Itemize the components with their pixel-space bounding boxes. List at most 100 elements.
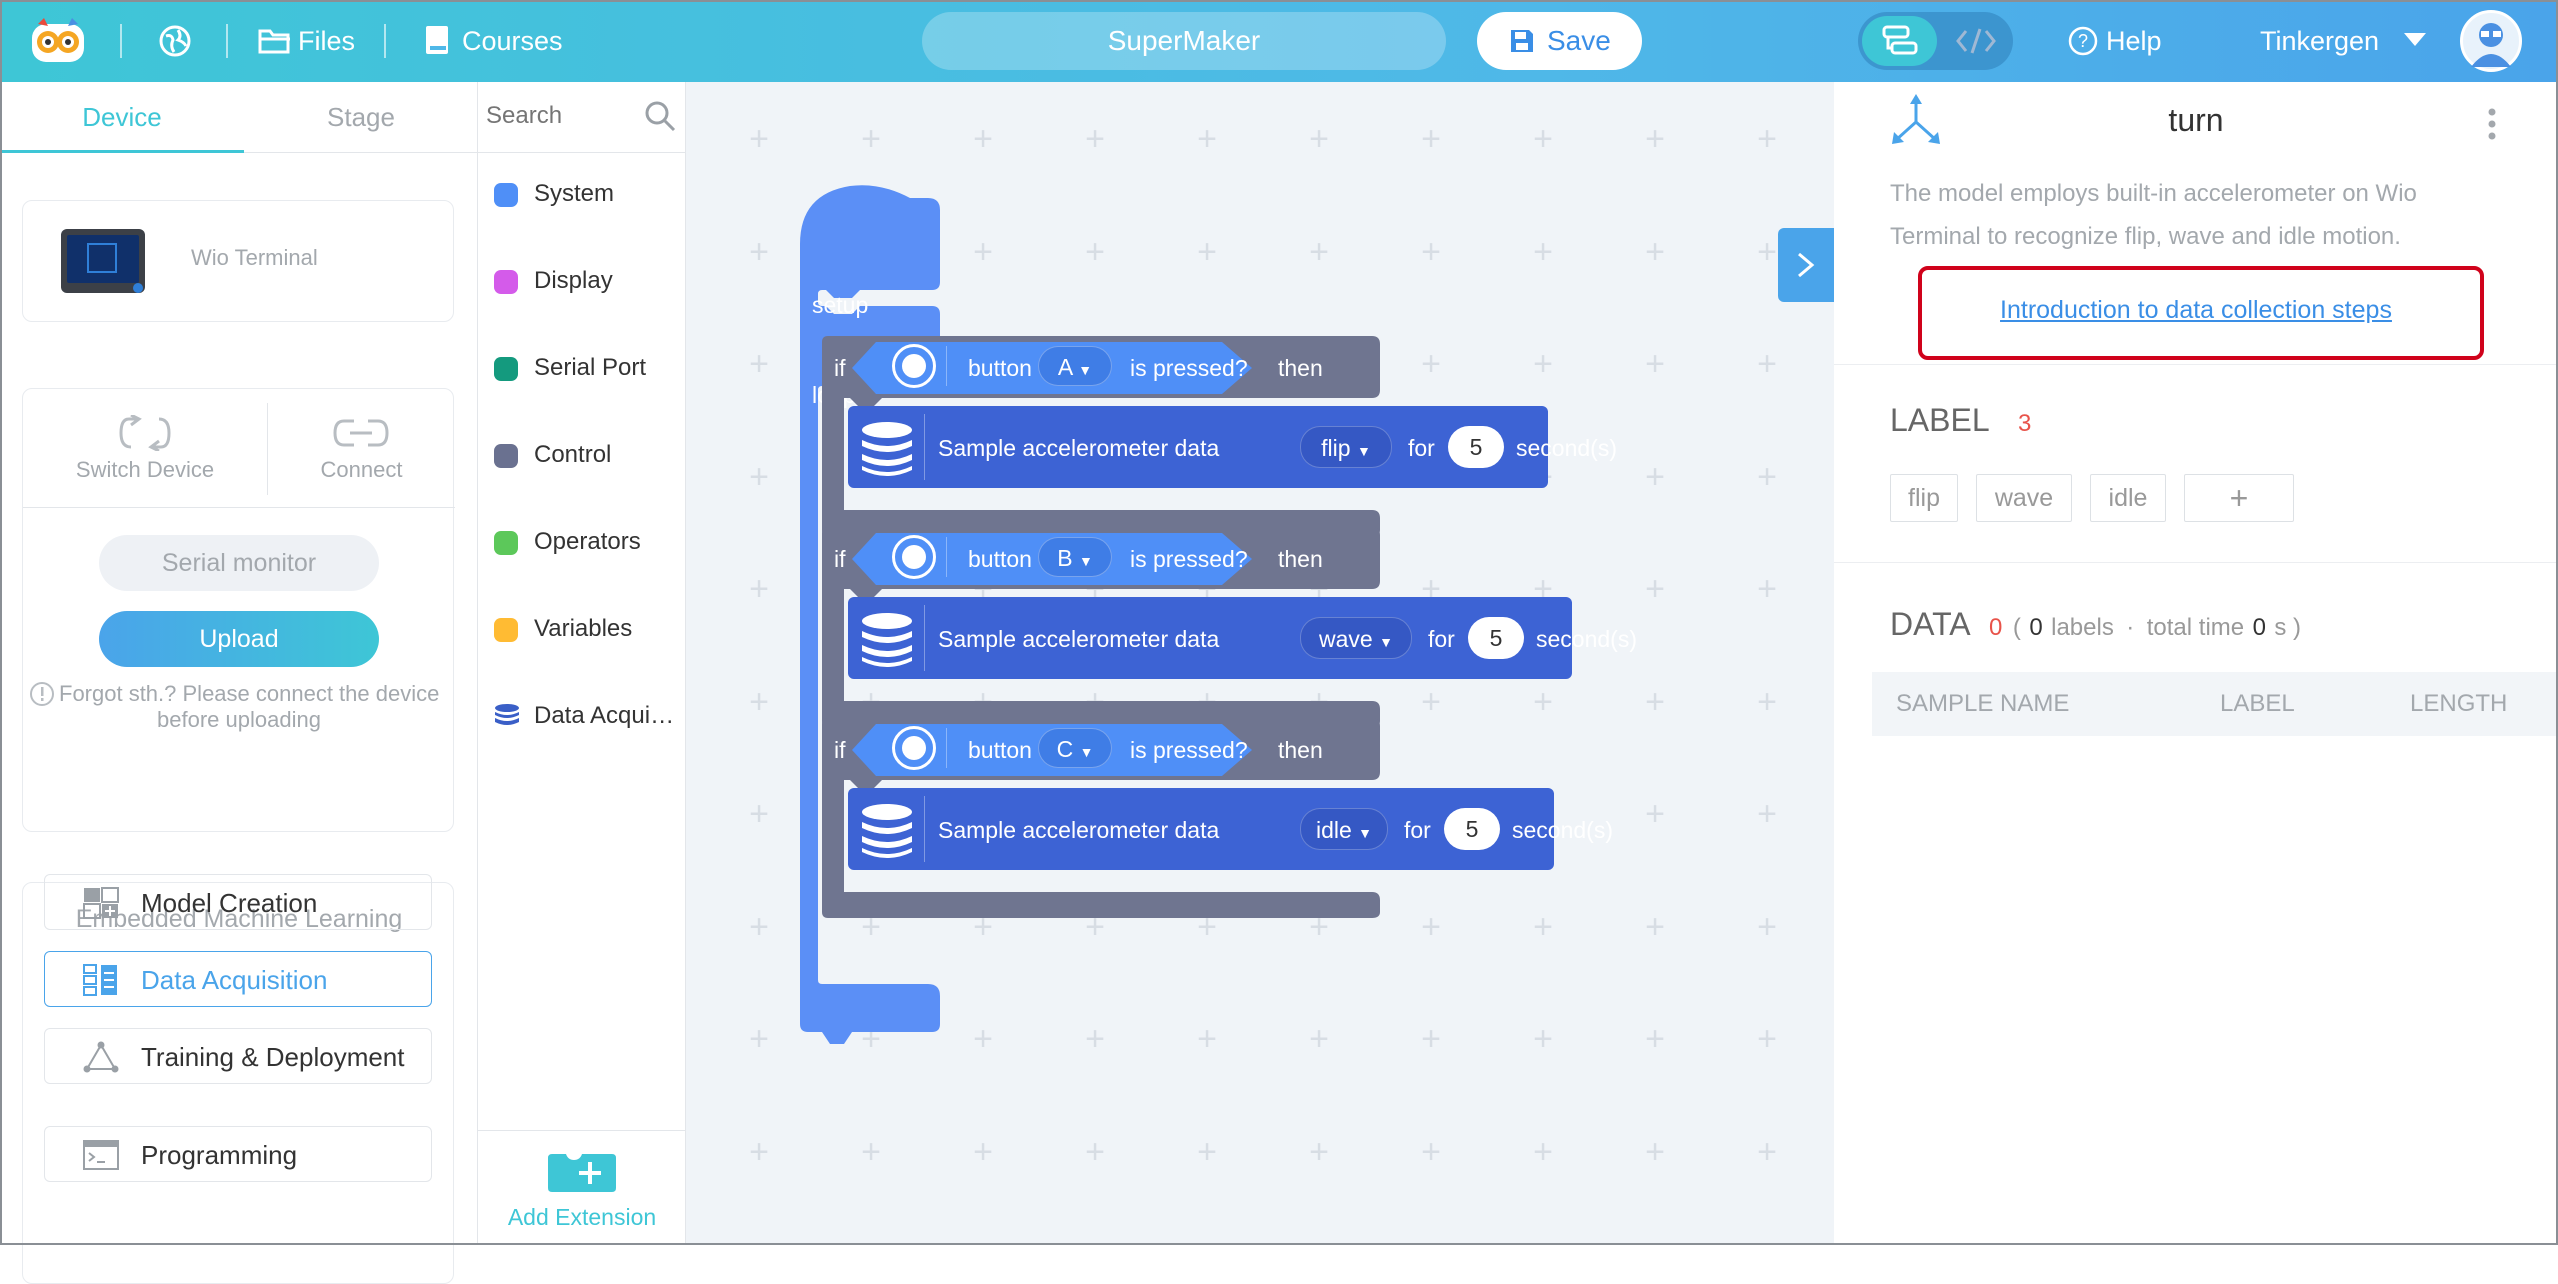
grid-plus-mark: +: [1309, 120, 1329, 158]
training-deployment-button[interactable]: Training & Deployment: [44, 1028, 432, 1084]
table-header-label: LABEL: [2220, 690, 2295, 717]
model-creation-button[interactable]: Model Creation: [44, 874, 432, 930]
caret-down-icon: ▼: [1079, 744, 1094, 760]
link-icon: [333, 419, 389, 447]
grid-plus-mark: +: [1757, 457, 1777, 496]
data-count: 0: [1989, 614, 2003, 641]
upload-hint-line1: Forgot sth.? Please connect the device: [59, 681, 440, 706]
connection-card: Switch Device Connect Serial monitor Upl…: [22, 388, 455, 832]
database-icon: [495, 704, 519, 725]
mode-toggle[interactable]: [1858, 12, 2013, 70]
tab-stage[interactable]: Stage: [244, 82, 478, 152]
if-block[interactable]: if button A ▼ is pressed? then Sample acceler…: [822, 336, 1617, 536]
label-chip-wave[interactable]: wave: [1976, 474, 2072, 522]
search-icon[interactable]: [644, 100, 676, 132]
code-icon: [1956, 28, 1996, 54]
switch-icon: [119, 415, 171, 451]
tab-divider: [244, 152, 478, 153]
if-block[interactable]: if button C ▼ is pressed? then Sample acceler…: [822, 718, 1613, 918]
grid-plus-mark: +: [749, 795, 769, 833]
seconds-input[interactable]: 5: [1448, 426, 1504, 468]
files-menu[interactable]: Files: [258, 0, 368, 82]
device-card[interactable]: Wio Terminal: [22, 200, 454, 322]
training-deployment-label: Training & Deployment: [141, 1042, 405, 1072]
grid-plus-mark: +: [1197, 232, 1217, 271]
caret-down-icon: ▼: [1379, 634, 1393, 650]
divider: [1834, 562, 2558, 563]
svg-text:?: ?: [2078, 31, 2088, 51]
grid-plus-mark: +: [1533, 232, 1553, 271]
label-dropdown[interactable]: wave ▼: [1300, 617, 1412, 659]
database-icon: [862, 613, 912, 667]
database-icon: [862, 422, 912, 476]
tab-device[interactable]: Device: [0, 82, 244, 152]
user-name: Tinkergen: [2260, 26, 2380, 56]
data-total-time-word: total time: [2146, 614, 2245, 641]
add-label-button[interactable]: +: [2184, 474, 2294, 522]
grid-plus-mark: +: [1645, 795, 1665, 833]
collapse-panel-button[interactable]: [1778, 228, 1834, 302]
if-label: if: [834, 737, 846, 763]
grid-plus-mark: +: [1645, 1132, 1665, 1171]
globe-icon[interactable]: [158, 24, 192, 58]
programming-button[interactable]: Programming: [44, 1126, 432, 1182]
upload-button[interactable]: Upload: [99, 611, 379, 667]
more-vertical-icon[interactable]: [2486, 106, 2498, 142]
save-button[interactable]: Save: [1477, 12, 1642, 70]
data-acquisition-button[interactable]: Data Acquisition: [44, 951, 432, 1007]
courses-menu[interactable]: Courses: [424, 0, 574, 82]
divider: [23, 507, 455, 508]
search-input[interactable]: [484, 94, 634, 138]
grid-plus-mark: +: [1645, 1020, 1665, 1058]
table-header-length: LENGTH: [2410, 690, 2508, 717]
grid-plus-mark: +: [1645, 232, 1665, 271]
divider: [946, 346, 947, 386]
user-menu[interactable]: Tinkergen: [2260, 0, 2430, 82]
seconds-label: second(s): [1516, 435, 1617, 461]
intro-data-collection-link[interactable]: Introduction to data collection steps: [1834, 296, 2558, 325]
folder-icon: [258, 29, 290, 54]
connect-button[interactable]: Connect: [268, 389, 455, 507]
grid-plus-mark: +: [749, 457, 769, 496]
blocks-mode-button[interactable]: [1862, 16, 1937, 66]
divider: [946, 537, 947, 577]
grid-plus-mark: +: [1085, 1020, 1105, 1058]
label-value: idle: [1315, 817, 1352, 843]
label-dropdown[interactable]: idle ▼: [1300, 808, 1388, 850]
grid-plus-mark: +: [1757, 120, 1777, 158]
then-label: then: [1278, 546, 1323, 572]
is-pressed-label: is pressed?: [1130, 355, 1248, 381]
owl-logo-icon[interactable]: [30, 18, 86, 64]
help-menu[interactable]: ? Help: [2068, 0, 2208, 82]
data-acquisition-label: Data Acquisition: [141, 965, 328, 995]
data-unit-close: s ): [2274, 614, 2302, 641]
grid-plus-mark: +: [749, 120, 769, 158]
label-chip-flip[interactable]: flip: [1890, 474, 1958, 522]
button-dropdown[interactable]: A ▼: [1038, 346, 1112, 386]
block-workspace[interactable]: + + + + + + + + + + + + + + + + + + + + + + + + + + + + + + + + + + + + + + + +…: [686, 82, 1834, 1245]
button-dropdown[interactable]: B ▼: [1038, 537, 1112, 577]
seconds-input[interactable]: 5: [1444, 808, 1500, 850]
grid-plus-mark: +: [1757, 907, 1777, 946]
divider: [946, 728, 947, 768]
top-bar: Files Courses SuperMaker Save ? Help Tin…: [0, 0, 2558, 82]
avatar[interactable]: [2460, 10, 2522, 72]
label-chip-idle[interactable]: idle: [2090, 474, 2166, 522]
sample-label: Sample accelerometer data: [938, 626, 1220, 652]
project-name-field[interactable]: SuperMaker: [922, 12, 1446, 70]
seconds-input[interactable]: 5: [1468, 617, 1524, 659]
for-label: for: [1408, 435, 1435, 461]
if-block[interactable]: if button B ▼ is pressed? then Sample acceler…: [822, 527, 1637, 727]
switch-device-button[interactable]: Switch Device: [23, 389, 267, 507]
save-label: Save: [1547, 25, 1611, 56]
serial-monitor-button[interactable]: Serial monitor: [99, 535, 379, 591]
add-extension-button[interactable]: Add Extension: [478, 1152, 686, 1242]
button-dropdown[interactable]: C ▼: [1038, 728, 1112, 768]
button-value: A: [1057, 354, 1072, 380]
grid-plus-mark: +: [1421, 232, 1441, 271]
grid-plus-mark: +: [1645, 345, 1665, 383]
setup-label: setup: [812, 292, 869, 318]
label-dropdown[interactable]: flip ▼: [1300, 426, 1392, 468]
code-mode-button[interactable]: [1942, 16, 2008, 66]
divider: [478, 152, 686, 153]
